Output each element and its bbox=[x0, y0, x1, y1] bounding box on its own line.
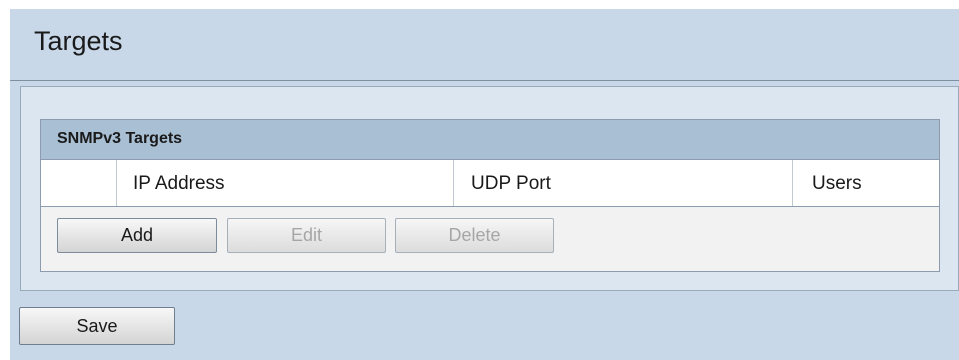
add-button[interactable]: Add bbox=[57, 218, 217, 253]
table-title: SNMPv3 Targets bbox=[57, 130, 183, 147]
save-button[interactable]: Save bbox=[19, 307, 175, 345]
udp-port-column-header: UDP Port bbox=[454, 160, 793, 206]
snmpv3-targets-table: SNMPv3 Targets IP Address UDP Port Users… bbox=[40, 119, 940, 272]
title-divider bbox=[10, 80, 959, 81]
table-header-bar: SNMPv3 Targets bbox=[41, 120, 939, 160]
column-header-row: IP Address UDP Port Users bbox=[41, 160, 939, 207]
users-column-header: Users bbox=[812, 173, 862, 194]
page-title: Targets bbox=[34, 26, 123, 56]
targets-page: Targets SNMPv3 Targets IP Address UDP Po… bbox=[10, 9, 959, 360]
edit-button[interactable]: Edit bbox=[227, 218, 386, 253]
delete-button[interactable]: Delete bbox=[395, 218, 554, 253]
content-panel: SNMPv3 Targets IP Address UDP Port Users… bbox=[20, 86, 959, 291]
select-column-header bbox=[41, 160, 117, 206]
ip-address-column-header: IP Address bbox=[117, 160, 454, 206]
